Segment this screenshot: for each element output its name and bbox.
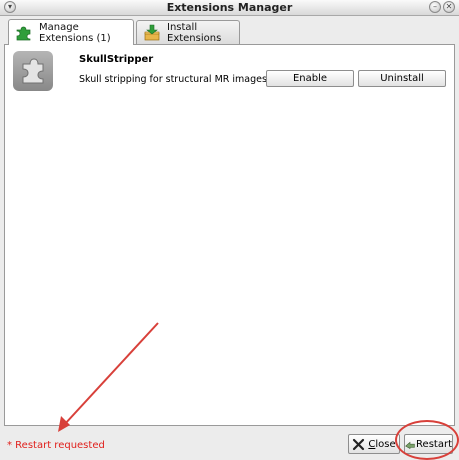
tab-manage-extensions[interactable]: Manage Extensions (1)	[8, 19, 134, 45]
tab-manage-extensions-label: Manage Extensions (1)	[39, 21, 111, 44]
annotation-arrow	[58, 322, 159, 432]
puzzle-icon	[16, 26, 31, 40]
